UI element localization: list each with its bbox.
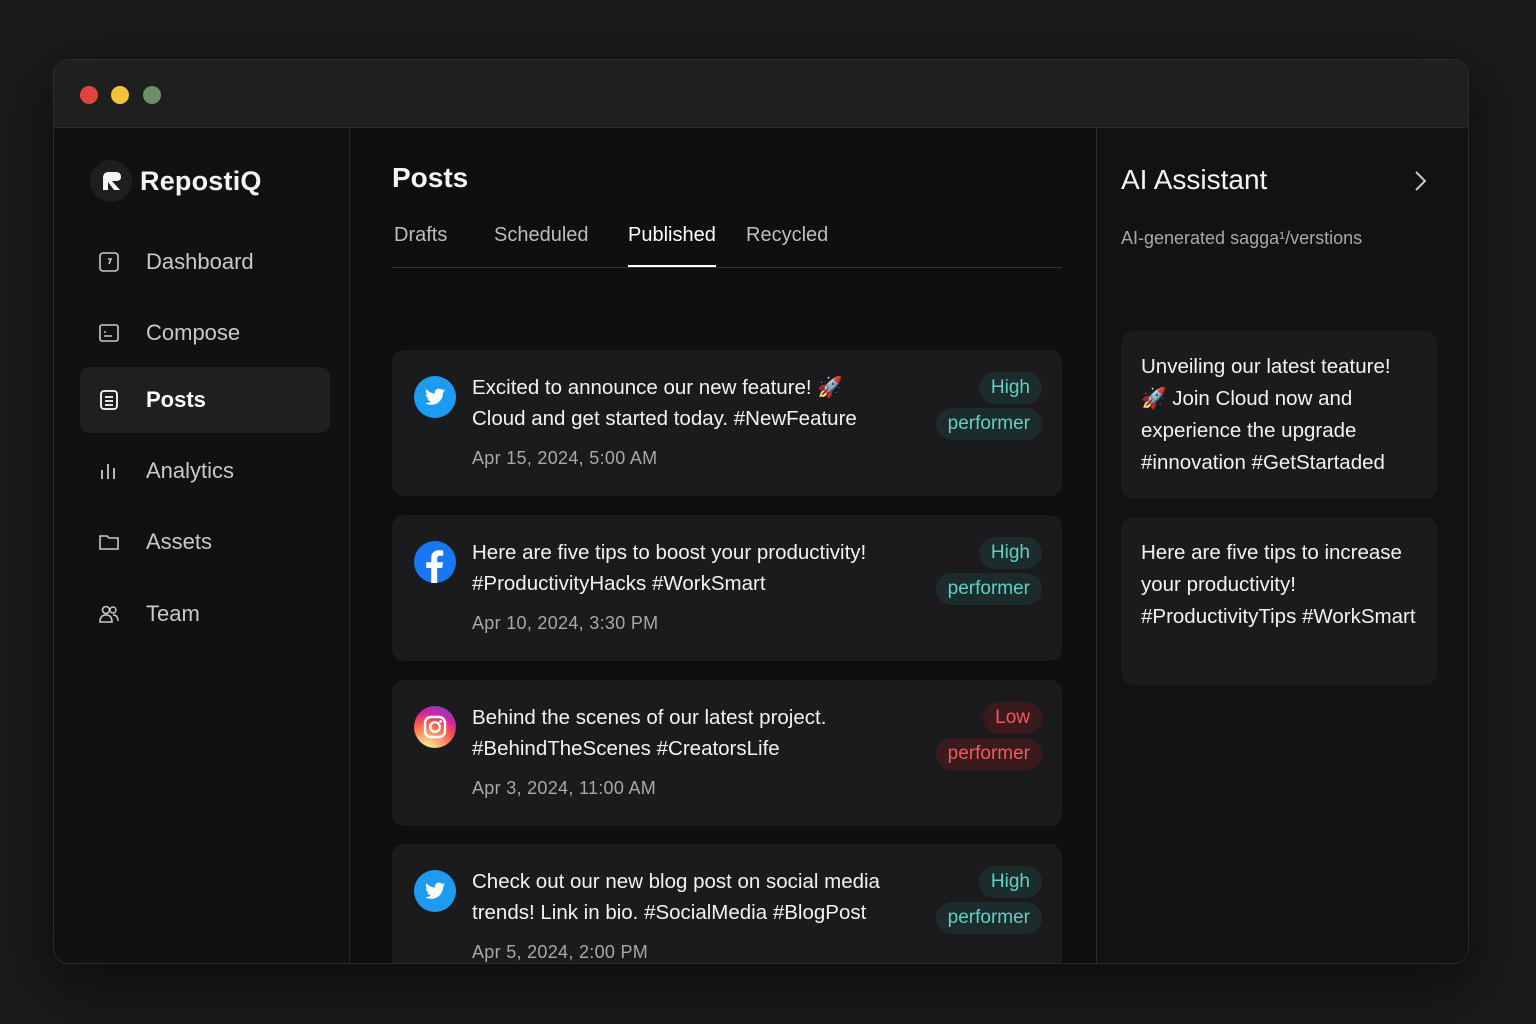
post-date: Apr 15, 2024, 5:00 AM bbox=[472, 448, 658, 468]
compose-icon bbox=[98, 322, 120, 344]
sidebar-item-compose[interactable]: Compose bbox=[80, 300, 330, 366]
app-window: RepostiQ Dashboard Compose Posts Analyti… bbox=[53, 59, 1469, 964]
post-text-line: #ProductivityHacks #WorkSmart bbox=[472, 572, 766, 595]
badge-label: High bbox=[978, 537, 1042, 569]
badge-label: High bbox=[978, 866, 1042, 898]
instagram-icon bbox=[414, 706, 456, 748]
assistant-title: AI Assistant bbox=[1121, 164, 1268, 195]
sidebar-item-label: Compose bbox=[146, 320, 241, 345]
post-text: Behind the scenes of our latest project.… bbox=[472, 702, 922, 764]
post-tabs: Drafts Scheduled Published Recycled bbox=[392, 224, 1062, 268]
assistant-subtitle: AI-generated sagga¹/verstions bbox=[1121, 228, 1363, 248]
facebook-icon bbox=[414, 541, 456, 583]
twitter-icon bbox=[414, 376, 456, 418]
post-text-line: Excited to announce our new feature! 🚀 bbox=[472, 376, 843, 399]
post-text-line: Cloud and get started today. #NewFeature bbox=[472, 407, 857, 430]
app-name: RepostiQ bbox=[140, 165, 262, 196]
badge-label: performer bbox=[935, 738, 1042, 770]
post-date: Apr 10, 2024, 3:30 PM bbox=[472, 613, 659, 633]
sidebar-item-assets[interactable]: Assets bbox=[80, 509, 330, 575]
performance-badge: High performer bbox=[922, 866, 1042, 936]
badge-label: Low bbox=[983, 702, 1042, 734]
tab-recycled[interactable]: Recycled bbox=[746, 224, 828, 259]
team-icon bbox=[98, 603, 120, 625]
post-card[interactable]: Check out our new blog post on social me… bbox=[392, 844, 1062, 963]
post-text: Here are five tips to boost your product… bbox=[472, 537, 922, 599]
post-card[interactable]: Here are five tips to boost your product… bbox=[392, 515, 1062, 661]
post-card[interactable]: Behind the scenes of our latest project.… bbox=[392, 680, 1062, 826]
sidebar-item-label: Assets bbox=[146, 529, 213, 554]
post-text-line: Check out our new blog post on social me… bbox=[472, 870, 880, 893]
performance-badge: High performer bbox=[922, 537, 1042, 607]
maximize-window-button[interactable] bbox=[143, 86, 161, 104]
ai-assistant-panel: AI Assistant AI-generated sagga¹/verstio… bbox=[1097, 128, 1468, 963]
sidebar-item-label: Dashboard bbox=[146, 249, 254, 274]
post-date: Apr 3, 2024, 11:00 AM bbox=[472, 778, 657, 798]
sidebar-item-dashboard[interactable]: Dashboard bbox=[80, 229, 330, 295]
badge-label: performer bbox=[935, 408, 1042, 440]
performance-badge: High performer bbox=[922, 372, 1042, 442]
posts-panel: Posts Drafts Scheduled Published Recycle… bbox=[350, 128, 1097, 963]
badge-label: performer bbox=[935, 902, 1042, 934]
post-text: Excited to announce our new feature! 🚀 C… bbox=[472, 372, 922, 434]
close-window-button[interactable] bbox=[80, 86, 98, 104]
post-text-line: trends! Link in bio. #SocialMedia #BlogP… bbox=[472, 901, 867, 924]
twitter-icon bbox=[414, 870, 456, 912]
badge-label: High bbox=[978, 372, 1042, 404]
tab-scheduled[interactable]: Scheduled bbox=[494, 224, 589, 259]
post-card[interactable]: Excited to announce our new feature! 🚀 C… bbox=[392, 350, 1062, 496]
title-bar bbox=[54, 60, 1468, 128]
folder-icon bbox=[98, 531, 120, 553]
suggestion-card[interactable]: Unveiling our latest teature! 🚀 Join Clo… bbox=[1121, 331, 1437, 499]
post-text-line: Behind the scenes of our latest project. bbox=[472, 706, 827, 729]
brand[interactable]: RepostiQ bbox=[90, 160, 262, 202]
sidebar-item-team[interactable]: Team bbox=[80, 581, 330, 647]
sidebar-item-analytics[interactable]: Analytics bbox=[80, 438, 330, 504]
page-title: Posts bbox=[392, 162, 469, 193]
performance-badge: Low performer bbox=[922, 702, 1042, 772]
sidebar: RepostiQ Dashboard Compose Posts Analyti… bbox=[54, 128, 350, 963]
post-text: Check out our new blog post on social me… bbox=[472, 866, 922, 928]
sidebar-item-posts[interactable]: Posts bbox=[80, 367, 330, 433]
post-text-line: #BehindTheScenes #CreatorsLife bbox=[472, 737, 780, 760]
post-text-line: Here are five tips to boost your product… bbox=[472, 541, 867, 564]
sidebar-item-label: Analytics bbox=[146, 458, 235, 483]
post-date: Apr 5, 2024, 2:00 PM bbox=[472, 942, 649, 962]
repostiq-logo-icon bbox=[90, 160, 132, 202]
tab-published[interactable]: Published bbox=[628, 224, 716, 267]
suggestion-card[interactable]: Here are five tips to increase your prod… bbox=[1121, 517, 1437, 685]
badge-label: performer bbox=[935, 573, 1042, 605]
sidebar-item-label: Posts bbox=[146, 387, 206, 412]
tab-drafts[interactable]: Drafts bbox=[394, 224, 447, 259]
chevron-right-icon[interactable] bbox=[1410, 168, 1430, 194]
posts-icon bbox=[98, 389, 120, 411]
minimize-window-button[interactable] bbox=[111, 86, 129, 104]
sidebar-item-label: Team bbox=[146, 601, 200, 626]
dashboard-icon bbox=[98, 251, 120, 273]
analytics-icon bbox=[98, 460, 120, 482]
